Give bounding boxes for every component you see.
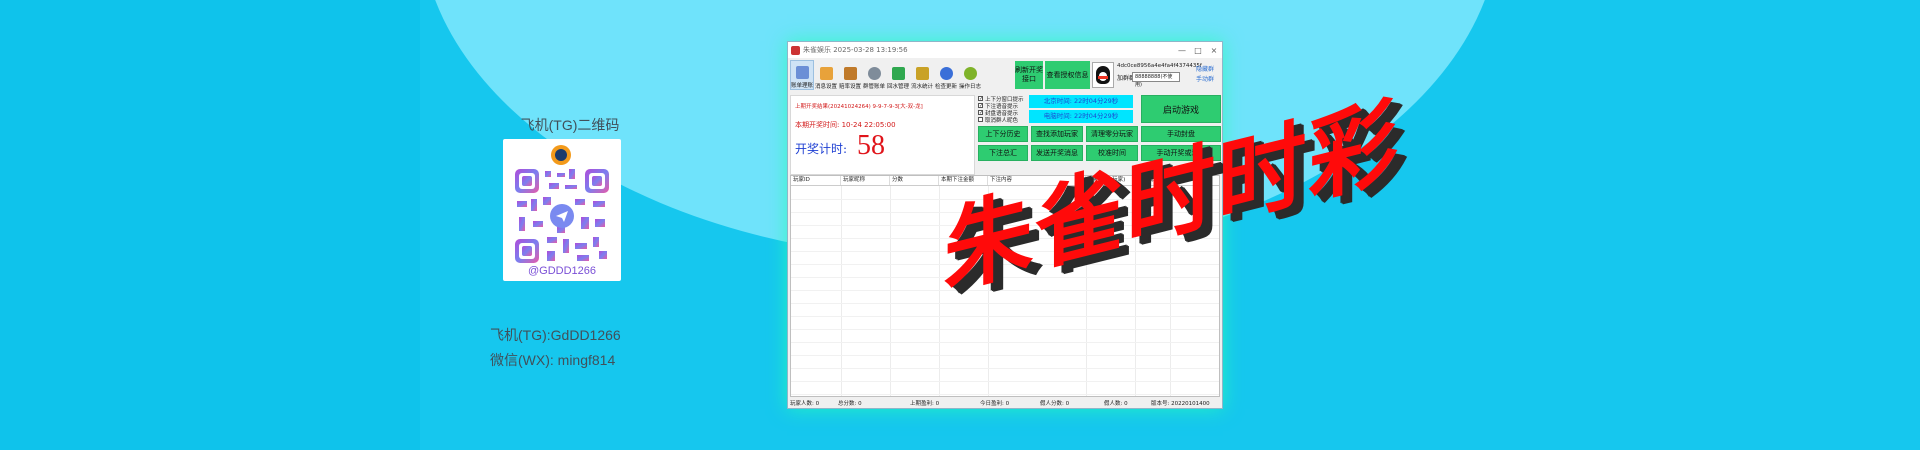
toolbar-label: 消息设置 bbox=[814, 84, 837, 90]
column-header[interactable]: 玩家ID bbox=[791, 176, 841, 185]
table-row[interactable] bbox=[791, 342, 1219, 343]
countdown-value: 58 bbox=[857, 130, 885, 161]
account-id: 4dc0ce8956a4e4fa4f4374435f bbox=[1117, 63, 1202, 69]
qr-card: @GDDD1266 bbox=[503, 139, 621, 281]
table-row[interactable] bbox=[791, 303, 1219, 304]
toolbar-label: 回水管理 bbox=[886, 84, 909, 90]
checkbox-empty-icon bbox=[978, 117, 983, 122]
options-checklist: 上下分窗口提示 下注语音提示 封盘语音提示 取消群人昵色 bbox=[978, 95, 1024, 124]
column-divider bbox=[890, 186, 891, 396]
group-select[interactable]: 88888888(不使用) bbox=[1132, 72, 1180, 88]
current-draw-time: 本期开奖时间: 10-24 22:05:00 bbox=[795, 121, 896, 129]
toolbar-log[interactable]: 操作日志 bbox=[958, 60, 982, 90]
countdown-label: 开奖计时: bbox=[795, 142, 848, 156]
find-add-player-button[interactable]: 查找添加玩家 bbox=[1031, 126, 1083, 142]
maximize-button[interactable]: □ bbox=[1190, 46, 1206, 55]
update-icon bbox=[939, 67, 953, 80]
status-bar: 玩家人数: 0 总分数: 0 上期盈利: 0 今日盈利: 0 假人分数: 0 假… bbox=[788, 399, 1222, 409]
stats-icon bbox=[915, 67, 929, 80]
status-today-profit: 今日盈利: 0 bbox=[980, 401, 1010, 407]
draw-info-panel: 上期开奖结果(20241024264) 9-9-7-9-3[大-双-龙] 本期开… bbox=[790, 95, 975, 175]
checkbox-checked-icon bbox=[978, 110, 983, 115]
checkbox-checked-icon bbox=[978, 103, 983, 108]
background-left bbox=[0, 0, 420, 450]
toolbar-message[interactable]: 消息设置 bbox=[814, 60, 838, 90]
odds-icon bbox=[843, 67, 857, 80]
app-icon bbox=[791, 45, 800, 55]
column-header[interactable]: 玩家昵称 bbox=[841, 176, 890, 185]
checkbox-checked-icon bbox=[978, 96, 983, 101]
status-fake-count: 假人数: 0 bbox=[1104, 401, 1128, 407]
beijing-time: 北京时间: 22时04分29秒 bbox=[1029, 95, 1133, 108]
status-fake-score: 假人分数: 0 bbox=[1040, 401, 1070, 407]
toolbar-label: 检查更新 bbox=[934, 84, 957, 90]
table-row[interactable] bbox=[791, 381, 1219, 382]
qr-code-image bbox=[515, 169, 609, 263]
toolbar-rebate[interactable]: 回水管理 bbox=[886, 60, 910, 90]
toolbar-label: 操作日志 bbox=[958, 84, 981, 90]
refresh-draw-api-button[interactable]: 刷新开奖接口 bbox=[1015, 61, 1043, 89]
status-version: 版本号: 20220101400 bbox=[1151, 401, 1210, 407]
table-row[interactable] bbox=[791, 394, 1219, 395]
minimize-button[interactable]: — bbox=[1174, 46, 1190, 55]
toolbar: 账单理账 消息设置 赔率设置 群管账单 回水管理 流水统计 检查更新 操作日志 bbox=[790, 60, 1020, 90]
table-row[interactable] bbox=[791, 368, 1219, 369]
table-row[interactable] bbox=[791, 355, 1219, 356]
penguin-icon bbox=[1096, 66, 1110, 84]
bill-icon bbox=[795, 66, 809, 79]
group-icon bbox=[867, 67, 881, 80]
up-down-history-button[interactable]: 上下分历史 bbox=[978, 126, 1028, 142]
toolbar-label: 群管账单 bbox=[862, 84, 885, 90]
view-license-button[interactable]: 查看授权信息 bbox=[1045, 61, 1090, 89]
table-row[interactable] bbox=[791, 316, 1219, 317]
message-icon bbox=[819, 67, 833, 80]
toolbar-label: 赔率设置 bbox=[838, 84, 861, 90]
qr-title: 飞机(TG)二维码 bbox=[520, 117, 620, 133]
column-divider bbox=[841, 186, 842, 396]
toolbar-update[interactable]: 检查更新 bbox=[934, 60, 958, 90]
log-icon bbox=[963, 67, 977, 80]
table-row[interactable] bbox=[791, 329, 1219, 330]
avatar bbox=[1092, 62, 1114, 88]
checkbox-cancel-nickcolor[interactable]: 取消群人昵色 bbox=[978, 116, 1024, 124]
checkbox-label: 取消群人昵色 bbox=[985, 117, 1019, 124]
toolbar-bill[interactable]: 账单理账 bbox=[790, 60, 814, 90]
contact-telegram: 飞机(TG):GdDD1266 bbox=[490, 327, 621, 343]
qr-handle: @GDDD1266 bbox=[527, 265, 597, 277]
computer-time: 电脑时间: 22时04分29秒 bbox=[1029, 110, 1133, 123]
window-title: 朱雀娱乐 2025-03-28 13:19:56 bbox=[803, 46, 908, 54]
contact-wechat: 微信(WX): mingf814 bbox=[490, 352, 616, 368]
rebate-icon bbox=[891, 67, 905, 80]
title-bar: 朱雀娱乐 2025-03-28 13:19:56 — □ × bbox=[788, 42, 1222, 58]
qr-logo-icon bbox=[551, 145, 571, 165]
status-last-profit: 上期盈利: 0 bbox=[910, 401, 940, 407]
hide-group-link[interactable]: 隐藏群 bbox=[1196, 64, 1214, 73]
toolbar-group[interactable]: 群管账单 bbox=[862, 60, 886, 90]
toolbar-label: 流水统计 bbox=[910, 84, 933, 90]
status-player-count: 玩家人数: 0 bbox=[790, 401, 820, 407]
toolbar-label: 账单理账 bbox=[791, 83, 814, 89]
status-total-score: 总分数: 0 bbox=[838, 401, 862, 407]
toolbar-odds[interactable]: 赔率设置 bbox=[838, 60, 862, 90]
last-draw-result: 上期开奖结果(20241024264) 9-9-7-9-3[大-双-龙] bbox=[795, 104, 923, 110]
manual-group-link[interactable]: 手动群 bbox=[1196, 74, 1214, 83]
toolbar-stats[interactable]: 流水统计 bbox=[910, 60, 934, 90]
close-button[interactable]: × bbox=[1206, 46, 1222, 55]
